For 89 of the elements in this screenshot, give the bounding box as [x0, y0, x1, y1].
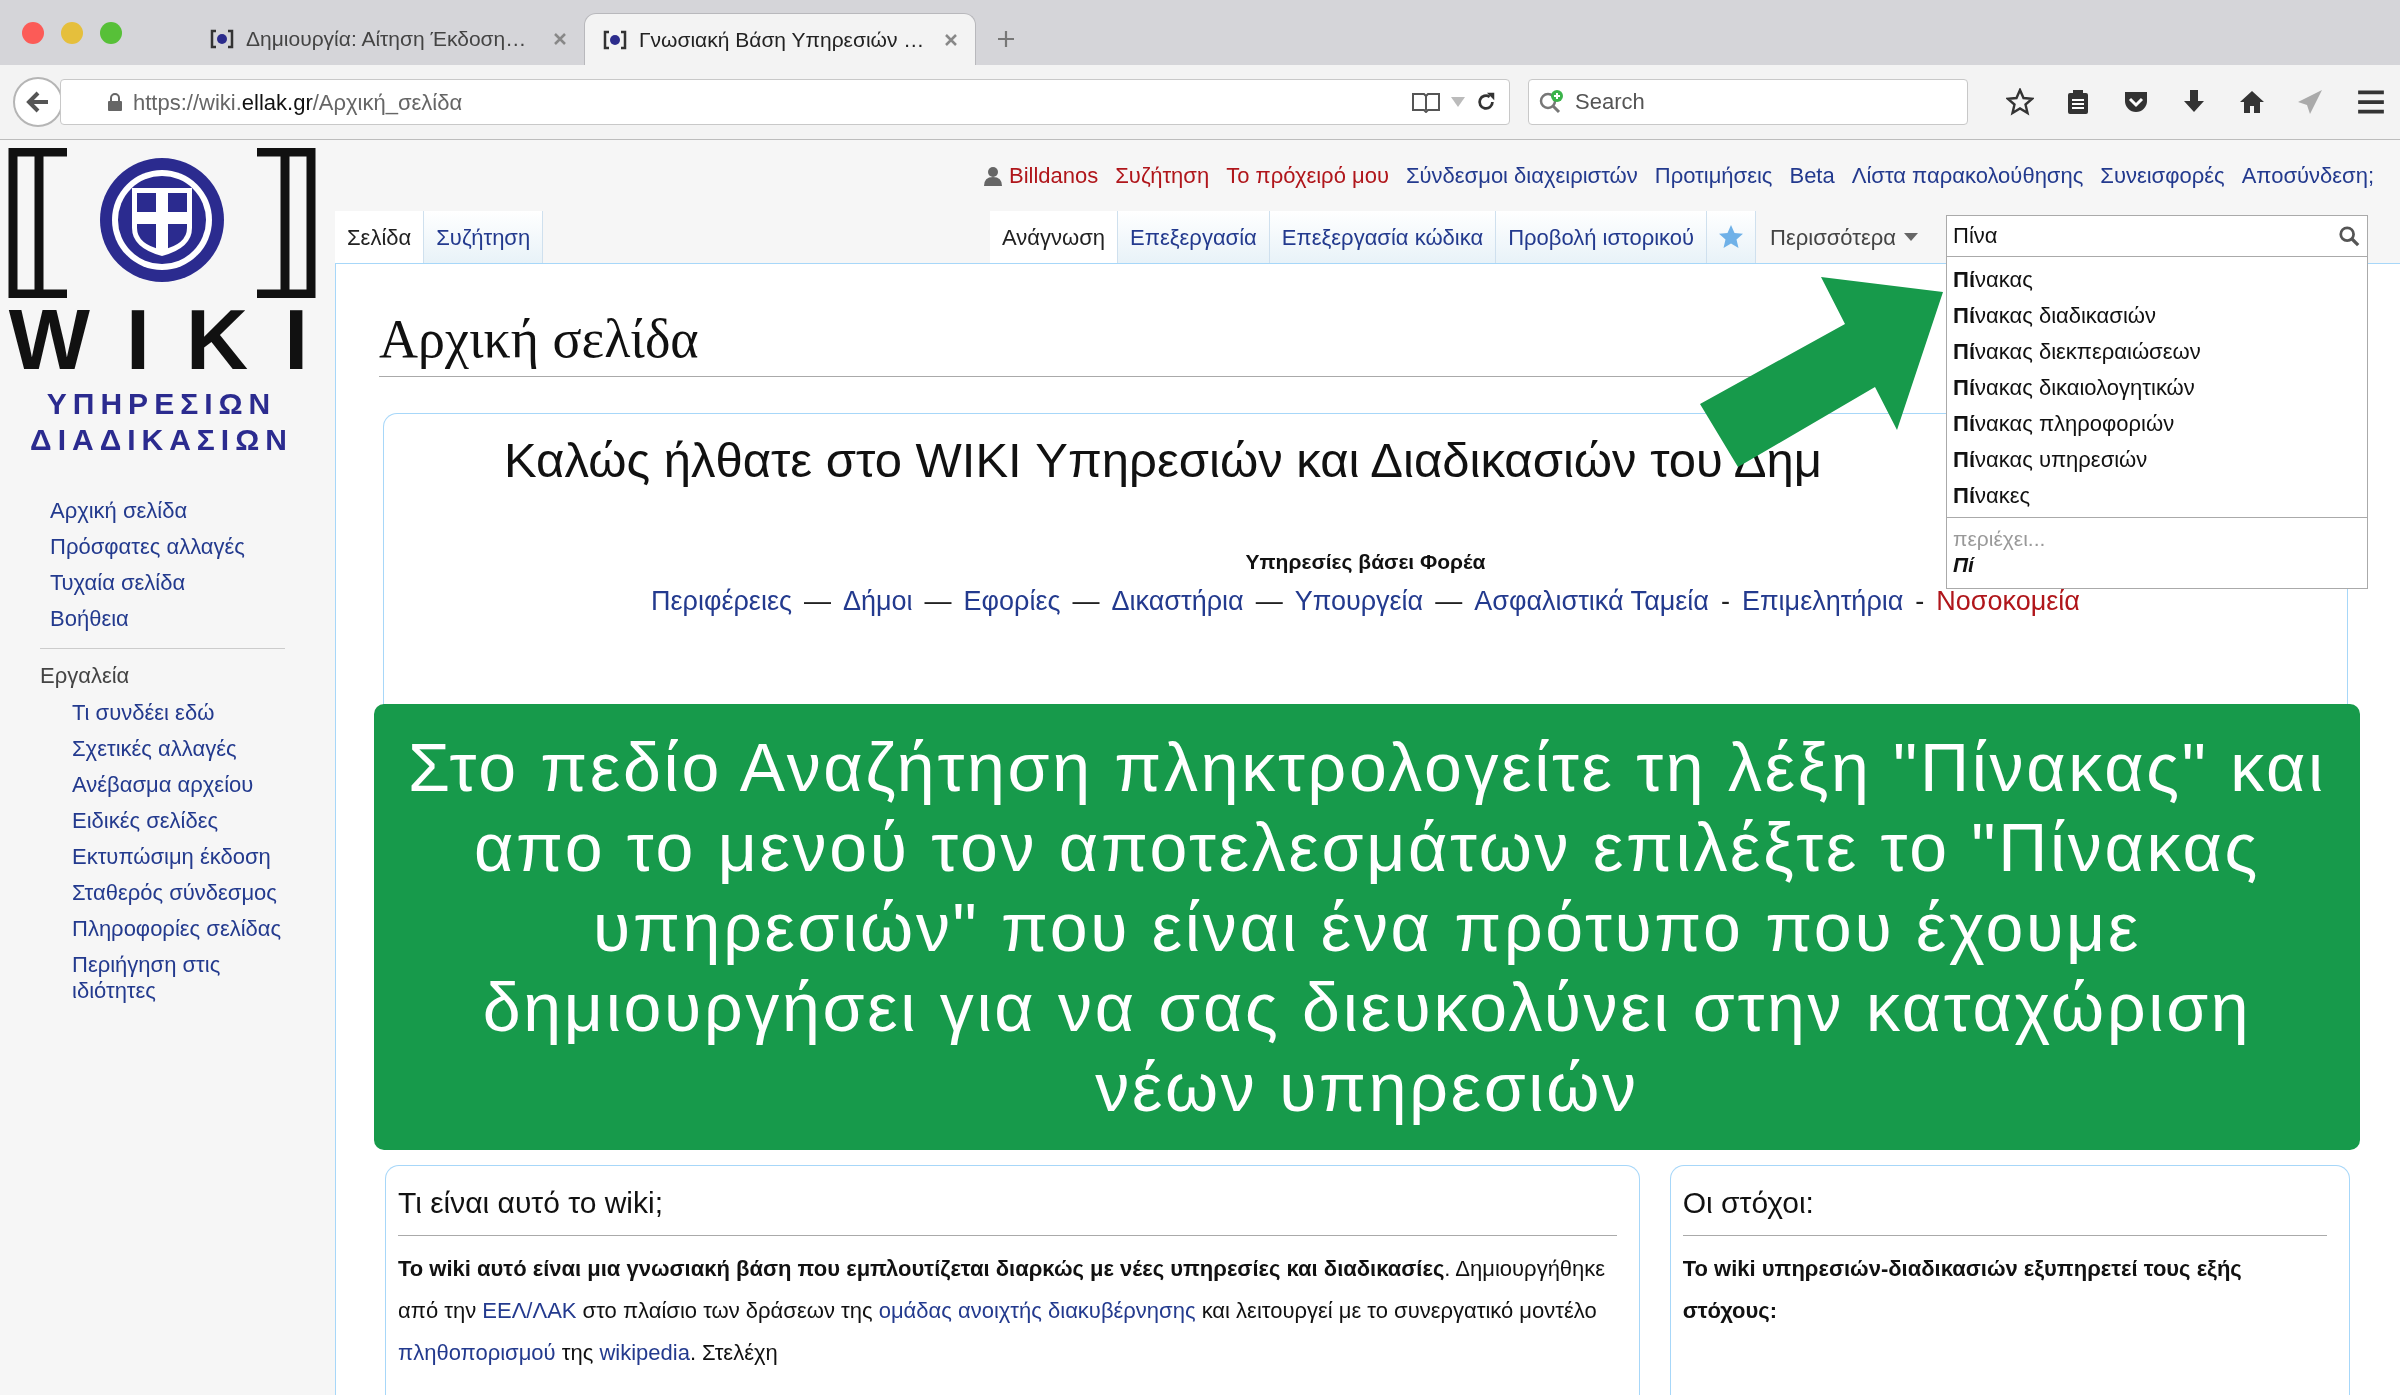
home-icon[interactable] — [2238, 88, 2266, 116]
url-text: https://wiki.ellak.gr/Αρχική_σελίδα — [133, 88, 464, 117]
sidebar-link[interactable]: Τυχαία σελίδα — [50, 570, 335, 596]
panel-title: Οι στόχοι: — [1682, 1166, 2327, 1236]
text-link[interactable]: πληθοπορισμού — [398, 1340, 556, 1365]
browser-tab[interactable]: Δημιουργία: Αίτηση Έκδοση… — [192, 13, 584, 65]
text-link[interactable]: ΕΕΛ/ΛΑΚ — [482, 1298, 577, 1323]
contains-label: περιέχει... — [1953, 526, 2047, 552]
logo-subtitle: ΥΠΗΡΕΣΙΩΝ — [46, 386, 277, 422]
personal-link[interactable]: Σύνδεσμοι διαχειριστών — [1405, 159, 1638, 192]
text-link[interactable]: ομάδας ανοιχτής διακυβέρνησης — [878, 1298, 1196, 1323]
page-tab[interactable]: Σελίδα — [335, 211, 425, 263]
suggestion-item[interactable]: Πίνακας υπηρεσιών — [1947, 441, 2367, 477]
tab-title: Γνωσιακή Βάση Υπηρεσιών … — [639, 26, 926, 53]
sidebar-link[interactable]: Ειδικές σελίδες — [72, 808, 295, 834]
personal-link[interactable]: Προτιμήσεις — [1654, 159, 1773, 192]
category-link[interactable]: Ασφαλιστικά Ταμεία — [1474, 581, 1709, 622]
browser-tab[interactable]: Γνωσιακή Βάση Υπηρεσιών … — [584, 13, 976, 65]
suggestion-item[interactable]: Πίνακας διεκπεραιώσεων — [1947, 333, 2367, 369]
personal-link[interactable]: Αποσύνδεση; — [2241, 159, 2374, 192]
personal-link[interactable]: Billdanos — [1008, 159, 1099, 192]
sidebar-link[interactable]: Αρχική σελίδα — [50, 498, 335, 524]
sidebar-link[interactable]: Βοήθεια — [50, 606, 335, 632]
tab-title: Δημιουργία: Αίτηση Έκδοση… — [246, 26, 528, 53]
sidebar-link[interactable]: Ανέβασμα αρχείου — [72, 772, 295, 798]
user-icon — [983, 165, 1002, 186]
page-tab[interactable]: Προβολή ιστορικού — [1496, 211, 1708, 263]
category-link[interactable]: Δικαστήρια — [1111, 581, 1244, 622]
sidebar-link[interactable]: Περιήγηση στις ιδιότητες — [72, 952, 295, 1004]
personal-link[interactable]: Λίστα παρακολούθησης — [1851, 159, 2084, 192]
browser-search-field[interactable]: Search — [1528, 79, 1968, 125]
panel-paragraph: Το wiki υπηρεσιών-διαδικασιών εξυπηρετεί τους εξής στόχους: — [1682, 1255, 2243, 1325]
separator-text: — — [1255, 585, 1283, 618]
suggestion-item[interactable]: Πίνακας δικαιολογητικών — [1947, 369, 2367, 405]
emblem-logo-icon — [6, 148, 317, 298]
panel-paragraph: Το wiki αυτό είναι μια γνωσιακή βάση που εμπλουτίζεται διαρκώς με νέες υπηρεσίες και διαδικασίες. Δημιουργήθηκε από την ΕΕΛ/ΛΑΚ στο πλαίσιο των δράσεων της ομάδας ανοιχτής διακυβέρνησης και λειτουργεί με το συνεργατικό μοντέλο πληθοπορισμού της wikipedia. Στελέχη — [398, 1255, 1607, 1367]
separator-text: - — [1720, 585, 1730, 618]
logo-subtitle: ΔΙΑΔΙΚΑΣΙΩΝ — [30, 422, 293, 458]
reload-icon[interactable] — [1475, 91, 1497, 113]
suggestion-item[interactable]: Πίνακας διαδικασιών — [1947, 297, 2367, 333]
category-link[interactable]: Δήμοι — [842, 581, 913, 622]
category-link[interactable]: Επιμελητήρια — [1741, 581, 1904, 622]
separator-text: — — [1435, 585, 1463, 618]
page-tab[interactable]: Επεξεργασία — [1118, 211, 1270, 263]
category-link[interactable]: Εφορίες — [963, 581, 1061, 622]
personal-link[interactable]: Beta — [1789, 159, 1835, 192]
contains-query: Πί — [1953, 552, 1976, 578]
personal-link[interactable]: Το πρόχειρό μου — [1226, 159, 1389, 192]
more-menu[interactable]: Περισσότερα — [1756, 211, 1932, 263]
separator-text: — — [924, 585, 952, 618]
caret-icon — [1904, 233, 1918, 241]
search-icon[interactable] — [2338, 225, 2360, 247]
menu-icon[interactable] — [2356, 89, 2386, 115]
page-tab[interactable]: Επεξεργασία κώδικα — [1269, 211, 1497, 263]
suggestion-item[interactable]: Πίνακας — [1947, 261, 2367, 297]
favicon-icon — [210, 29, 234, 49]
reader-view-icon[interactable] — [1411, 91, 1441, 113]
search-icon — [1538, 89, 1566, 115]
sidebar-link[interactable]: Σχετικές αλλαγές — [72, 736, 295, 762]
new-tab-icon[interactable] — [996, 29, 1016, 49]
sidebar-link[interactable]: Πληροφορίες σελίδας — [72, 916, 295, 942]
category-link[interactable]: Περιφέρειες — [651, 581, 792, 622]
instruction-text: Στο πεδίο Αναζήτηση πληκτρολογείτε τη λέξη "Πίνακας" και απο το μενού τον αποτελεσμάτων επιλέξτε το "Πίνακας υπηρεσιών" που είναι ένα πρότυπο που έχουμε δημιουργήσει για να σας διευκολύνει στην καταχώριση νέων υπηρεσιών — [407, 728, 2327, 1127]
wiki-search-field[interactable]: Πίνα — [1946, 215, 2368, 257]
text-link[interactable]: wikipedia — [599, 1340, 690, 1365]
separator-text: — — [1072, 585, 1100, 618]
page-tab[interactable]: Συζήτηση — [424, 211, 544, 263]
section-subtitle: Υπηρεσίες βάσει Φορέα — [1245, 548, 1486, 575]
category-link[interactable]: Υπουργεία — [1294, 581, 1424, 622]
separator-text: - — [1915, 585, 1925, 618]
lock-icon — [107, 92, 123, 112]
favicon-icon — [603, 29, 627, 50]
bookmark-star-icon[interactable] — [2006, 88, 2034, 116]
suggestion-item[interactable]: Πίνακας πληροφοριών — [1947, 405, 2367, 441]
panel-title: Τι είναι αυτό το wiki; — [398, 1166, 1617, 1236]
sidebar-link[interactable]: Πρόσφατες αλλαγές — [50, 534, 335, 560]
logo-wordmark: WIKI — [7, 296, 345, 382]
personal-link[interactable]: Συνεισφορές — [2100, 159, 2225, 192]
sidebar-heading: Εργαλεία — [39, 662, 131, 690]
sidebar-link[interactable]: Εκτυπώσιμη έκδοση — [72, 844, 295, 870]
separator-text: — — [803, 585, 831, 618]
sidebar-link[interactable]: Τι συνδέει εδώ — [72, 700, 295, 726]
address-bar[interactable]: https://wiki.ellak.gr/Αρχική_σελίδα — [60, 79, 1510, 125]
contains-search-item[interactable]: περιέχει... Πί — [1947, 518, 2367, 588]
close-tab-icon[interactable] — [945, 33, 957, 46]
suggestion-item[interactable]: Πίνακες — [1947, 477, 2367, 513]
sidebar-link[interactable]: Σταθερός σύνδεσμος — [72, 880, 295, 906]
personal-link[interactable]: Συζήτηση — [1115, 159, 1210, 192]
page-tab[interactable]: Ανάγνωση — [990, 211, 1119, 263]
